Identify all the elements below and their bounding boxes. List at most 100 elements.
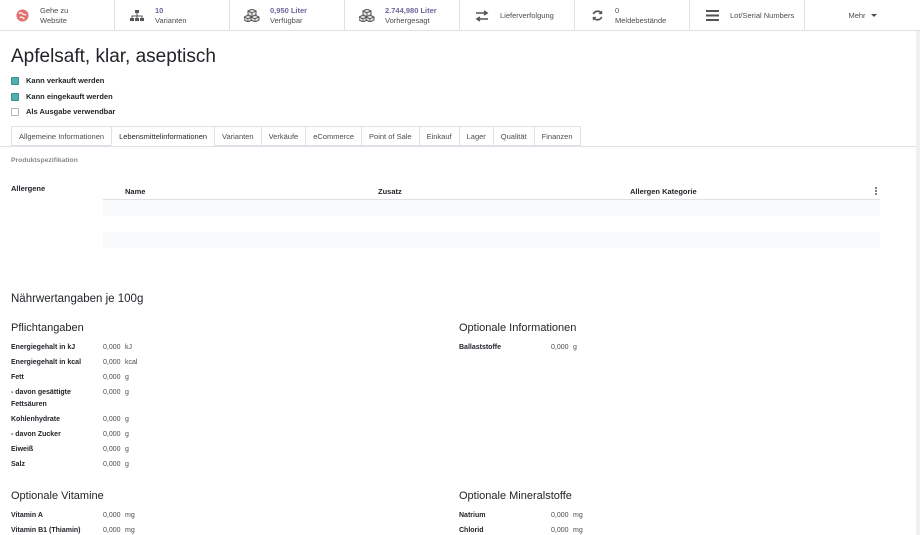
carbohydrates-value[interactable]: 0,000 — [103, 414, 121, 425]
tab-quality[interactable]: Qualität — [492, 126, 534, 146]
tab-inventory[interactable]: Lager — [458, 126, 493, 146]
sodium-unit: mg — [573, 512, 583, 519]
globe-icon — [14, 8, 30, 24]
salt-label: Salz — [11, 461, 26, 468]
vitamin-a-unit: mg — [125, 512, 135, 519]
variants-button[interactable]: 10 Varianten — [115, 0, 230, 31]
saturated-fat-unit: g — [125, 389, 129, 396]
exchange-icon — [474, 8, 490, 24]
notebook-tabs: Allgemeine Informationen Lebensmittelinf… — [11, 126, 581, 146]
tab-food-information[interactable]: Lebensmittelinformationen — [111, 126, 215, 146]
sugar-unit: g — [125, 431, 129, 438]
sitemap-icon — [129, 8, 145, 24]
checkbox-checked[interactable] — [11, 92, 19, 101]
scrollbar[interactable] — [916, 31, 920, 535]
saturated-fat-label: - davon gesättigte — [11, 389, 71, 396]
lot-serial-numbers-label: Lot/Serial Numbers — [730, 10, 795, 20]
variants-label: Varianten — [155, 15, 187, 25]
available-quantity-button[interactable]: 0,950 Liter Verfügbar — [230, 0, 345, 31]
checkbox-unchecked[interactable] — [11, 107, 19, 116]
smart-button-bar: Gehe zu Website 10 Varianten 0,950 Liter Ve… — [0, 0, 920, 31]
column-allergen-category[interactable]: Allergen Kategorie — [630, 187, 697, 196]
column-addition[interactable]: Zusatz — [378, 187, 402, 196]
vitamin-b1-label: Vitamin B1 (Thiamin) — [11, 527, 81, 534]
tab-variants[interactable]: Varianten — [214, 126, 261, 146]
tab-accounting[interactable]: Finanzen — [533, 126, 581, 146]
can-be-purchased-checkbox[interactable]: Kann eingekauft werden — [11, 92, 113, 101]
vitamin-a-label: Vitamin A — [11, 512, 43, 519]
chloride-value[interactable]: 0,000 — [551, 525, 569, 535]
table-row — [103, 200, 880, 216]
salt-unit: g — [125, 461, 129, 468]
forecasted-quantity-value: 2.744,980 Liter — [385, 5, 437, 15]
table-row — [103, 232, 880, 248]
product-name[interactable]: Apfelsaft, klar, aseptisch — [11, 46, 216, 68]
go-to-website-button[interactable]: Gehe zu Website — [0, 0, 115, 31]
energy-kcal-unit: kcal — [125, 359, 138, 366]
sugar-value[interactable]: 0,000 — [103, 429, 121, 440]
energy-kj-label: Energiegehalt in kJ — [11, 344, 76, 351]
chloride-unit: mg — [573, 527, 583, 534]
forecasted-quantity-button[interactable]: 2.744,980 Liter Vorhergesagt — [345, 0, 460, 31]
column-options-icon[interactable] — [875, 187, 878, 195]
column-name[interactable]: Name — [125, 187, 145, 196]
tab-ecommerce[interactable]: eCommerce — [305, 126, 362, 146]
protein-unit: g — [125, 446, 129, 453]
go-to-website-line2: Website — [40, 15, 67, 25]
cubes-icon — [359, 8, 375, 24]
cubes-icon — [244, 8, 260, 24]
traceability-button[interactable]: Lieferverfolgung — [460, 0, 575, 31]
optional-minerals-title: Optionale Mineralstoffe — [459, 490, 572, 502]
checkbox-checked[interactable] — [11, 76, 19, 85]
can-be-sold-checkbox[interactable]: Kann verkauft werden — [11, 76, 104, 85]
fat-unit: g — [125, 374, 129, 381]
energy-kcal-value[interactable]: 0,000 — [103, 357, 121, 368]
saturated-fat-label-line2: Fettsäuren — [11, 401, 47, 408]
fiber-unit: g — [573, 344, 577, 351]
available-quantity-label: Verfügbar — [270, 15, 303, 25]
tab-general-information[interactable]: Allgemeine Informationen — [11, 126, 112, 146]
variants-count: 10 — [155, 5, 164, 15]
fat-label: Fett — [11, 374, 24, 381]
energy-kj-unit: kJ — [125, 344, 132, 351]
forecasted-quantity-label: Vorhergesagt — [385, 15, 430, 25]
vitamin-b1-value[interactable]: 0,000 — [103, 525, 121, 535]
energy-kcal-label: Energiegehalt in kcal — [11, 359, 82, 366]
chloride-label: Chlorid — [459, 527, 484, 534]
energy-kj-value[interactable]: 0,000 — [103, 342, 121, 353]
lot-serial-numbers-button[interactable]: Lot/Serial Numbers — [690, 0, 805, 31]
tab-divider — [0, 146, 920, 147]
sodium-value[interactable]: 0,000 — [551, 510, 569, 521]
tab-sales[interactable]: Verkäufe — [260, 126, 306, 146]
nutrition-title: Nährwertangaben je 100g — [11, 293, 144, 305]
traceability-label: Lieferverfolgung — [500, 10, 554, 20]
reordering-rules-count: 0 — [615, 5, 620, 15]
fiber-value[interactable]: 0,000 — [551, 342, 569, 353]
fat-value[interactable]: 0,000 — [103, 372, 121, 383]
tab-point-of-sale[interactable]: Point of Sale — [361, 126, 419, 146]
sugar-label: - davon Zucker — [11, 431, 61, 438]
protein-label: Eiweiß — [11, 446, 34, 453]
can-be-expensed-checkbox[interactable]: Als Ausgabe verwendbar — [11, 107, 115, 116]
protein-value[interactable]: 0,000 — [103, 444, 121, 455]
can-be-expensed-label: Als Ausgabe verwendbar — [26, 107, 116, 116]
salt-value[interactable]: 0,000 — [103, 459, 121, 470]
more-dropdown-button[interactable]: Mehr — [805, 0, 920, 31]
refresh-icon — [589, 8, 605, 24]
table-row — [103, 216, 880, 232]
table-header: Name Zusatz Allergen Kategorie — [103, 184, 880, 200]
tab-purchase[interactable]: Einkauf — [418, 126, 459, 146]
reordering-rules-button[interactable]: 0 Meldebestände — [575, 0, 690, 31]
optional-vitamins-title: Optionale Vitamine — [11, 490, 104, 502]
available-quantity-value: 0,950 Liter — [270, 5, 308, 15]
allergens-label: Allergene — [11, 184, 46, 193]
carbohydrates-label: Kohlenhydrate — [11, 416, 61, 423]
saturated-fat-value[interactable]: 0,000 — [103, 387, 121, 398]
carbohydrates-unit: g — [125, 416, 129, 423]
mandatory-info-title: Pflichtangaben — [11, 322, 84, 334]
vitamin-a-value[interactable]: 0,000 — [103, 510, 121, 521]
vitamin-b1-unit: mg — [125, 527, 135, 534]
reordering-rules-label: Meldebestände — [615, 15, 667, 25]
bars-icon — [704, 8, 720, 24]
can-be-sold-label: Kann verkauft werden — [26, 76, 105, 85]
